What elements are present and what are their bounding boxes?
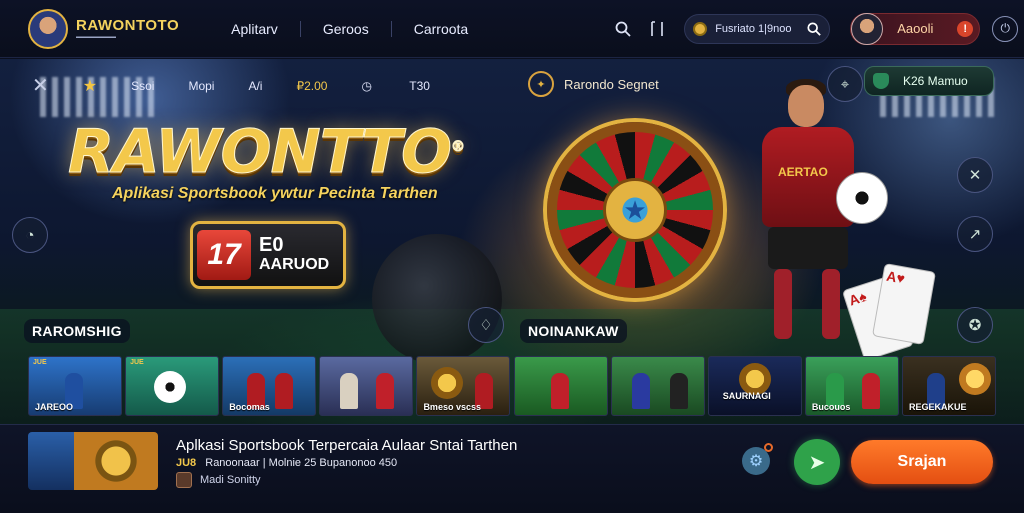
game-thumb[interactable]: JUE [125, 356, 220, 416]
game-thumb[interactable] [319, 356, 414, 416]
hero-brand-name: RAWONTTO [68, 117, 453, 188]
nav-item-3[interactable]: Carroota [392, 21, 490, 37]
game-thumb[interactable]: SAURNAGI [707, 356, 802, 416]
featured-thumbnail[interactable] [28, 432, 158, 490]
game-thumb-tag: JUE [33, 359, 47, 366]
soccer-ball [836, 172, 888, 224]
featured-tag: JU8 [176, 457, 197, 469]
avatar [851, 12, 884, 45]
trophy-icon[interactable]: ✪ [957, 307, 993, 343]
hud-item-3: A/i [248, 78, 263, 93]
shield-crest-icon[interactable]: ♢ [468, 307, 504, 343]
hud-item-4: ₽2.00 [296, 78, 328, 93]
nav-item-2[interactable]: Geroos [301, 20, 392, 37]
brand-logo[interactable]: RAWONTOTO ▬▬▬▬▬▬▬▬ [76, 17, 179, 40]
game-thumb-caption: SAURNAGI [722, 391, 771, 401]
featured-sub: Madi Sonitty [176, 472, 261, 488]
wallet-pill[interactable]: K26 Mamuo [864, 66, 994, 96]
game-thumbnails: JUE JAREOO JUE Bocomas Bmeso vscss SAURN… [28, 356, 996, 416]
send-icon[interactable]: ➤ [794, 439, 840, 485]
swords-icon[interactable]: ✕ [957, 157, 993, 193]
hud-item-1: Ssoi [131, 78, 155, 93]
power-icon[interactable]: ⏻ [992, 15, 1019, 42]
hero-subtitle: Aplikasi Sportsbook ywtur Pecinta Tarthe… [112, 185, 438, 202]
nav-item-1[interactable]: Aplitarv [209, 20, 301, 37]
player-shirt-text: AERTAO [778, 165, 828, 179]
hud-bar: ✕ ★ Ssoi Mopi A/i ₽2.00 ◷ T30 [32, 73, 498, 98]
clock-icon: ◷ [361, 78, 376, 93]
featured-title: Aplkasi Sportsbook Terpercaia Aulaar Snt… [176, 437, 518, 454]
alert-icon: ! [957, 20, 974, 37]
game-thumb[interactable] [610, 356, 705, 416]
shield-icon [873, 73, 889, 89]
hero-brand-title: RAWONTTO® [68, 117, 466, 188]
hero-banner: ✕ ★ Ssoi Mopi A/i ₽2.00 ◷ T30 RAWONTTO® … [0, 59, 1024, 424]
hud-item-2: Mopi [188, 78, 215, 93]
search-icon [807, 21, 821, 36]
brand-name: RAWONTOTO [76, 17, 180, 34]
notification-dot [764, 443, 773, 452]
wheel-title[interactable]: ✦ Rarondo Segnet [528, 71, 659, 97]
wheel-title-text: Rarondo Segnet [564, 76, 659, 92]
top-bar: RAWONTOTO ▬▬▬▬▬▬▬▬ Aplitarv Geroos Carro… [0, 0, 1024, 58]
game-thumb[interactable] [513, 356, 608, 416]
game-thumb-caption: JAREOO [35, 402, 74, 412]
hud-item-5-value: T30 [409, 78, 430, 93]
brand-tagline: ▬▬▬▬▬▬▬▬ [76, 34, 116, 40]
game-thumb[interactable]: JUE JAREOO [28, 356, 122, 416]
brand-logo-avatar[interactable] [28, 8, 68, 49]
wheel-star-icon: ★ [603, 178, 667, 242]
game-thumb-caption: Bucouos [811, 402, 851, 412]
promo-text: E0 AARUOD [259, 235, 329, 275]
game-thumb-caption: Bmeso vscss [423, 402, 481, 412]
map-pin-icon[interactable]: ⌖ [827, 66, 863, 102]
search-icon[interactable] [610, 16, 636, 42]
whistle-icon[interactable]: ◔ [12, 217, 48, 253]
game-thumb[interactable]: Bocomas [222, 356, 317, 416]
wallet-pill-text: K26 Mamuo [903, 74, 968, 88]
balance-search-pill[interactable]: Fusriato 1|9noo [684, 13, 831, 44]
game-thumb-tag: JUE [130, 359, 144, 366]
featured-meta-text: Ranoonaar | Molnie 25 Bupanonoo 450 [205, 457, 398, 469]
cta-button[interactable]: Srajan [851, 440, 993, 484]
game-thumb[interactable]: Bmeso vscss [416, 356, 511, 416]
registered-mark: ® [451, 139, 466, 156]
coin-icon [693, 21, 708, 36]
promo-number: 17 [197, 230, 251, 280]
featured-meta: JU8 Ranoonaar | Molnie 25 Bupanonoo 450 [176, 457, 397, 469]
star-icon[interactable]: ★ [83, 76, 97, 96]
game-thumb[interactable]: Bucouos [804, 356, 899, 416]
expand-icon[interactable]: ↗ [957, 216, 993, 252]
playing-cards: A♠ A♥ [841, 259, 937, 362]
hud-item-5: ◷ T30 [361, 79, 464, 93]
top-nav: Aplitarv Geroos Carroota [209, 20, 490, 37]
promo-line-1: E0 [259, 234, 284, 256]
promo-badge[interactable]: 17 E0 AARUOD [190, 221, 346, 289]
section-label-left: RAROMSHIG [24, 319, 130, 343]
bottom-bar: Aplkasi Sportsbook Terpercaia Aulaar Snt… [0, 424, 1024, 513]
background-ball [372, 234, 502, 364]
section-label-right: NOINANKAW [520, 319, 627, 343]
game-thumb[interactable]: REGEKAKUE [901, 356, 996, 416]
user-name: Aaooli [897, 21, 934, 36]
bookmark-icon[interactable] [644, 16, 670, 42]
featured-sub-text: Madi Sonitty [200, 474, 261, 486]
balance-search-text: Fusriato 1|9noo [715, 22, 792, 35]
wheel-emblem-icon: ✦ [528, 71, 554, 97]
user-profile-pill[interactable]: Aaooli ! [850, 12, 981, 45]
provider-icon [176, 472, 192, 488]
game-thumb-caption: Bocomas [229, 402, 270, 412]
game-thumb-caption: REGEKAKUE [908, 402, 967, 412]
close-icon[interactable]: ✕ [32, 73, 49, 98]
promo-line-2: AARUOD [259, 256, 330, 273]
